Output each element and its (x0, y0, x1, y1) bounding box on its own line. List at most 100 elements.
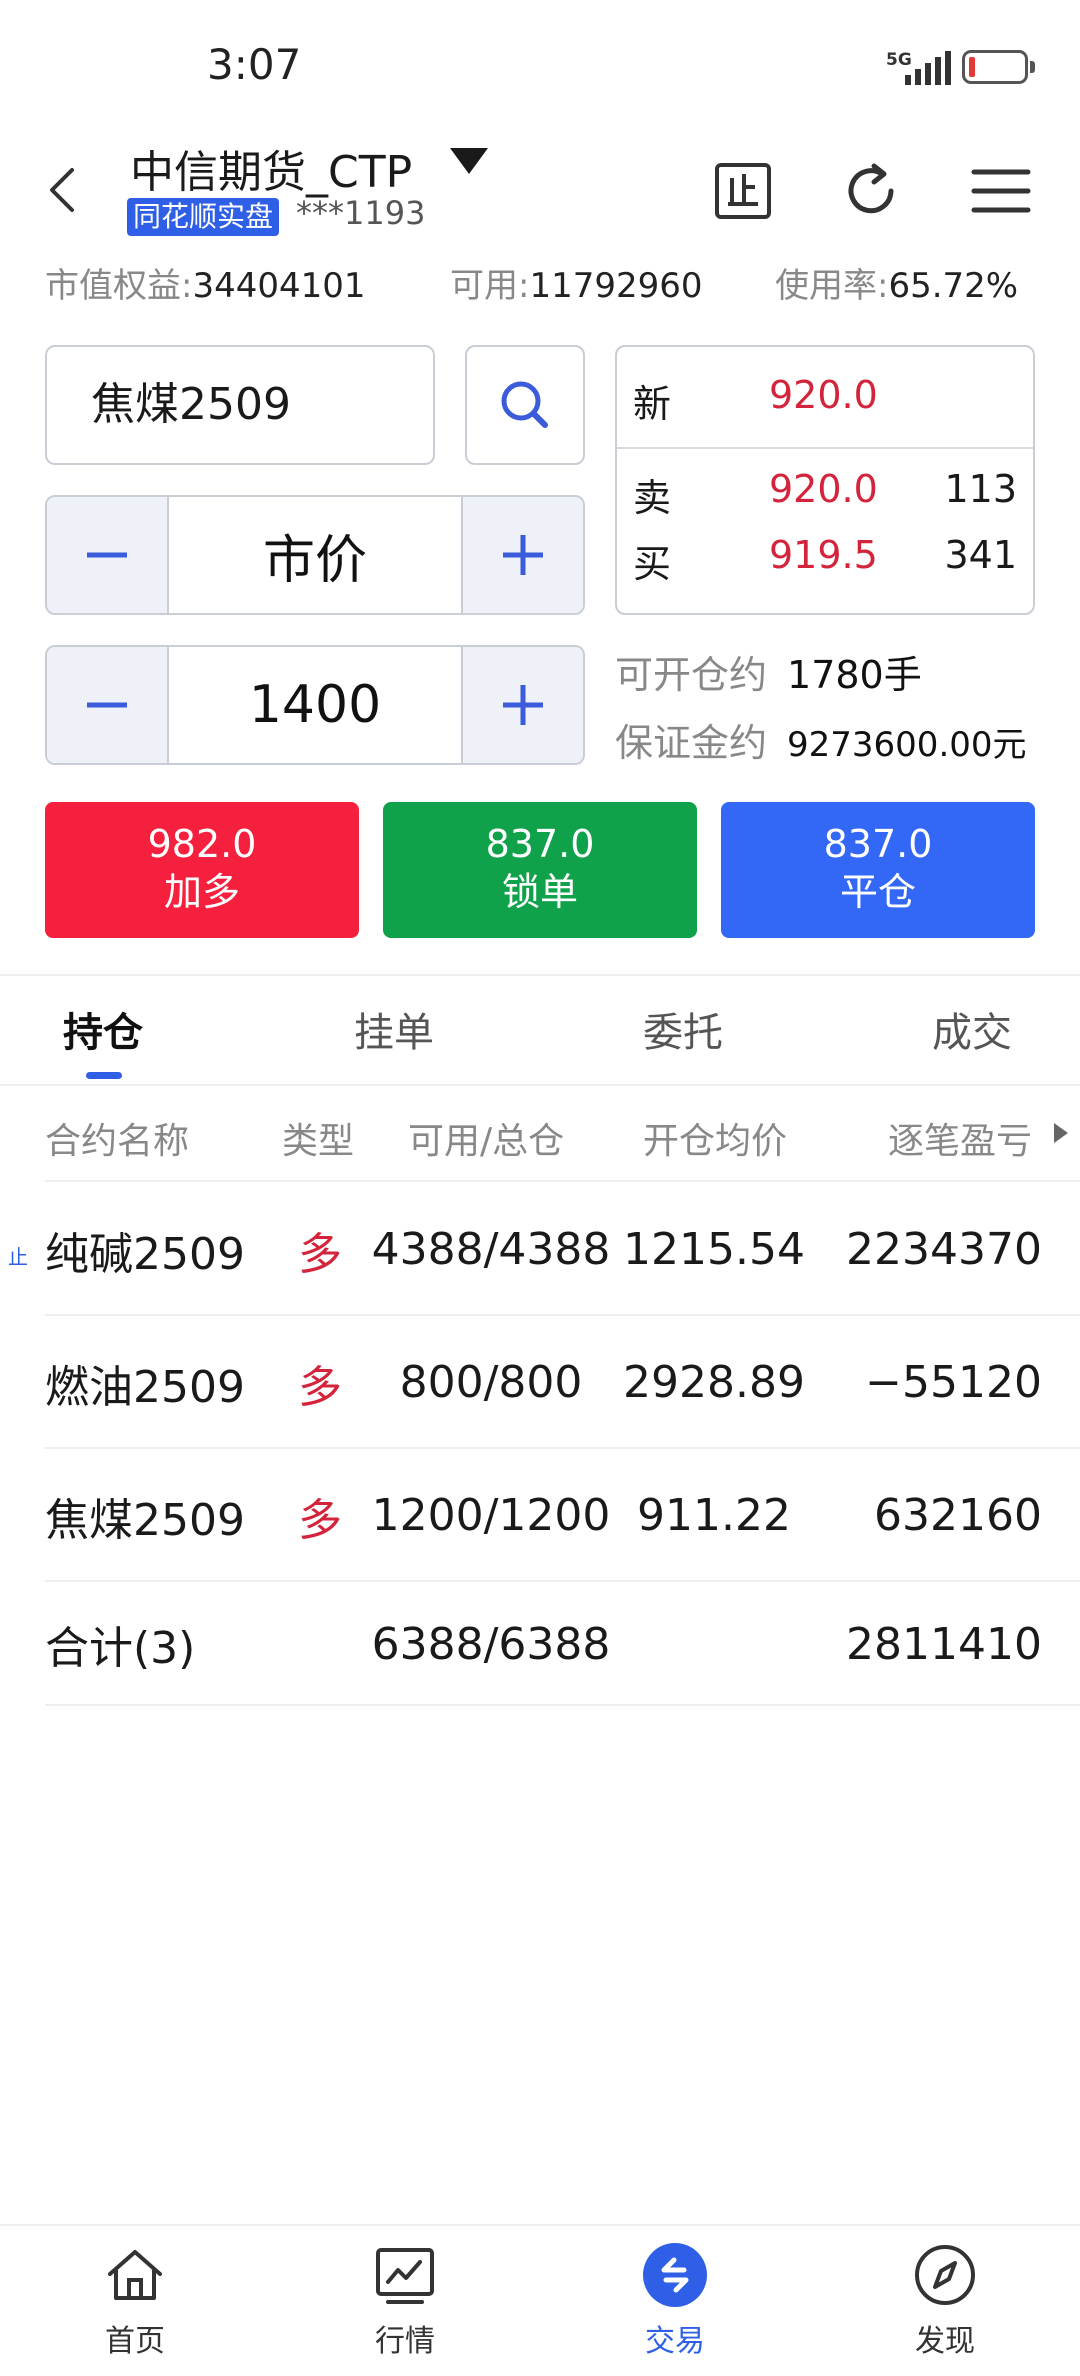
margin-estimate: 保证金约 9273600.00元 (615, 712, 1027, 767)
col-type: 类型 (282, 1121, 355, 1162)
nav-trade-label: 交易 (645, 2324, 705, 2359)
pnl-value: −55120 (865, 1357, 1042, 1408)
contract-name: 燃油2509 (45, 1361, 245, 1413)
account-title[interactable]: 中信期货_CTP (130, 136, 412, 200)
battery-cap (1030, 61, 1035, 73)
nav-divider (0, 2224, 1080, 2226)
quantity-value[interactable]: 1400 (167, 647, 463, 763)
position-type: 多 (298, 1494, 342, 1546)
tab-trades[interactable]: 成交 (932, 1000, 1012, 1058)
col-pnl[interactable]: 逐笔盈亏 (888, 1112, 1032, 1164)
plus-icon (503, 685, 543, 725)
divider (45, 1180, 1080, 1182)
nav-trade[interactable]: 交易 (595, 2240, 755, 2360)
account-dropdown-icon[interactable] (450, 148, 488, 174)
equity-summary: 市值权益:34404101 (45, 258, 366, 307)
nav-discover[interactable]: 发现 (865, 2240, 1025, 2360)
position-qty: 1200/1200 (371, 1490, 611, 1541)
ask-label: 卖 (633, 476, 672, 520)
trade-icon (643, 2243, 707, 2307)
plus-icon (503, 535, 543, 575)
close-position-label: 平仓 (839, 870, 916, 914)
lock-button[interactable]: 837.0 锁单 (383, 802, 697, 938)
home-icon (108, 2250, 162, 2300)
divider (0, 974, 1080, 976)
nav-home[interactable]: 首页 (55, 2240, 215, 2360)
add-long-button[interactable]: 982.0 加多 (45, 802, 359, 938)
search-icon (501, 381, 548, 428)
position-type: 多 (298, 1361, 342, 1413)
usage-label: 使用率: (775, 266, 889, 306)
last-label: 新 (633, 382, 672, 426)
account-number: ***1193 (296, 194, 426, 232)
contract-name: 焦煤2509 (45, 1494, 245, 1546)
price-minus-button[interactable] (47, 497, 167, 613)
col-contract: 合约名称 (45, 1121, 190, 1162)
position-qty: 4388/4388 (371, 1224, 611, 1275)
close-position-price: 837.0 (823, 822, 933, 866)
open-capacity: 可开仓约 1780手 (615, 644, 922, 699)
open-capacity-value: 1780手 (787, 653, 922, 697)
nav-market-label: 行情 (375, 2324, 435, 2359)
usage-summary: 使用率:65.72% (775, 258, 1018, 307)
minus-icon (87, 702, 127, 708)
add-long-price: 982.0 (147, 822, 257, 866)
status-time: 3:07 (207, 40, 302, 89)
equity-value: 34404101 (192, 266, 366, 306)
stop-tag: 止 (8, 1245, 28, 1269)
quantity-stepper: 1400 (45, 645, 585, 765)
tab-indicator (86, 1072, 122, 1079)
minus-icon (87, 552, 127, 558)
refresh-icon[interactable] (836, 156, 906, 226)
scroll-right-icon[interactable] (1054, 1123, 1068, 1147)
search-button[interactable] (465, 345, 585, 465)
compass-icon (915, 2245, 975, 2305)
available-summary: 可用:11792960 (450, 258, 703, 307)
lock-price: 837.0 (485, 822, 595, 866)
menu-icon[interactable] (966, 156, 1036, 226)
contract-input[interactable]: 焦煤2509 (45, 345, 435, 465)
table-row[interactable]: 止 纯碱2509 多 4388/4388 1215.54 2234370 (0, 1183, 1080, 1316)
total-position: 6388/6388 (371, 1618, 611, 1670)
avg-price: 911.22 (637, 1490, 791, 1541)
stop-order-icon[interactable] (708, 156, 778, 226)
ask-volume: 113 (944, 467, 1017, 511)
close-position-button[interactable]: 837.0 平仓 (721, 802, 1035, 938)
open-capacity-label: 可开仓约 (615, 653, 768, 697)
quote-divider (617, 447, 1033, 449)
available-label: 可用: (450, 266, 530, 306)
signal-icon (905, 49, 953, 85)
nav-home-label: 首页 (105, 2324, 165, 2359)
pnl-value: 632160 (874, 1490, 1042, 1541)
pnl-value: 2234370 (846, 1224, 1042, 1275)
total-label: 合计(3) (45, 1623, 196, 1674)
quantity-minus-button[interactable] (47, 647, 167, 763)
ask-price: 920.0 (769, 467, 878, 511)
live-account-badge: 同花顺实盘 (127, 198, 280, 236)
nav-discover-label: 发现 (915, 2324, 975, 2359)
table-row[interactable]: 焦煤2509 多 1200/1200 911.22 632160 (0, 1449, 1080, 1582)
price-mode-value[interactable]: 市价 (167, 497, 463, 613)
last-price: 920.0 (769, 373, 878, 417)
margin-label: 保证金约 (615, 721, 768, 765)
available-value: 11792960 (529, 266, 703, 306)
back-icon[interactable] (36, 160, 96, 220)
total-pnl: 2811410 (846, 1618, 1042, 1670)
bid-label: 买 (633, 542, 672, 586)
total-row: 合计(3) 6388/6388 2811410 (0, 1582, 1080, 1706)
tab-pending[interactable]: 挂单 (354, 1000, 434, 1058)
chart-icon (376, 2248, 434, 2304)
tab-orders[interactable]: 委托 (643, 1000, 723, 1058)
price-plus-button[interactable] (463, 497, 583, 613)
equity-label: 市值权益: (45, 266, 193, 306)
tab-positions[interactable]: 持仓 (63, 1000, 143, 1058)
table-row[interactable]: 燃油2509 多 800/800 2928.89 −55120 (0, 1316, 1080, 1449)
nav-market[interactable]: 行情 (325, 2240, 485, 2360)
position-type: 多 (298, 1228, 342, 1280)
quantity-plus-button[interactable] (463, 647, 583, 763)
lock-label: 锁单 (501, 870, 578, 914)
avg-price: 2928.89 (623, 1357, 805, 1408)
margin-value: 9273600.00元 (787, 725, 1027, 765)
col-avg-price: 开仓均价 (643, 1121, 788, 1162)
col-position: 可用/总仓 (408, 1121, 565, 1162)
